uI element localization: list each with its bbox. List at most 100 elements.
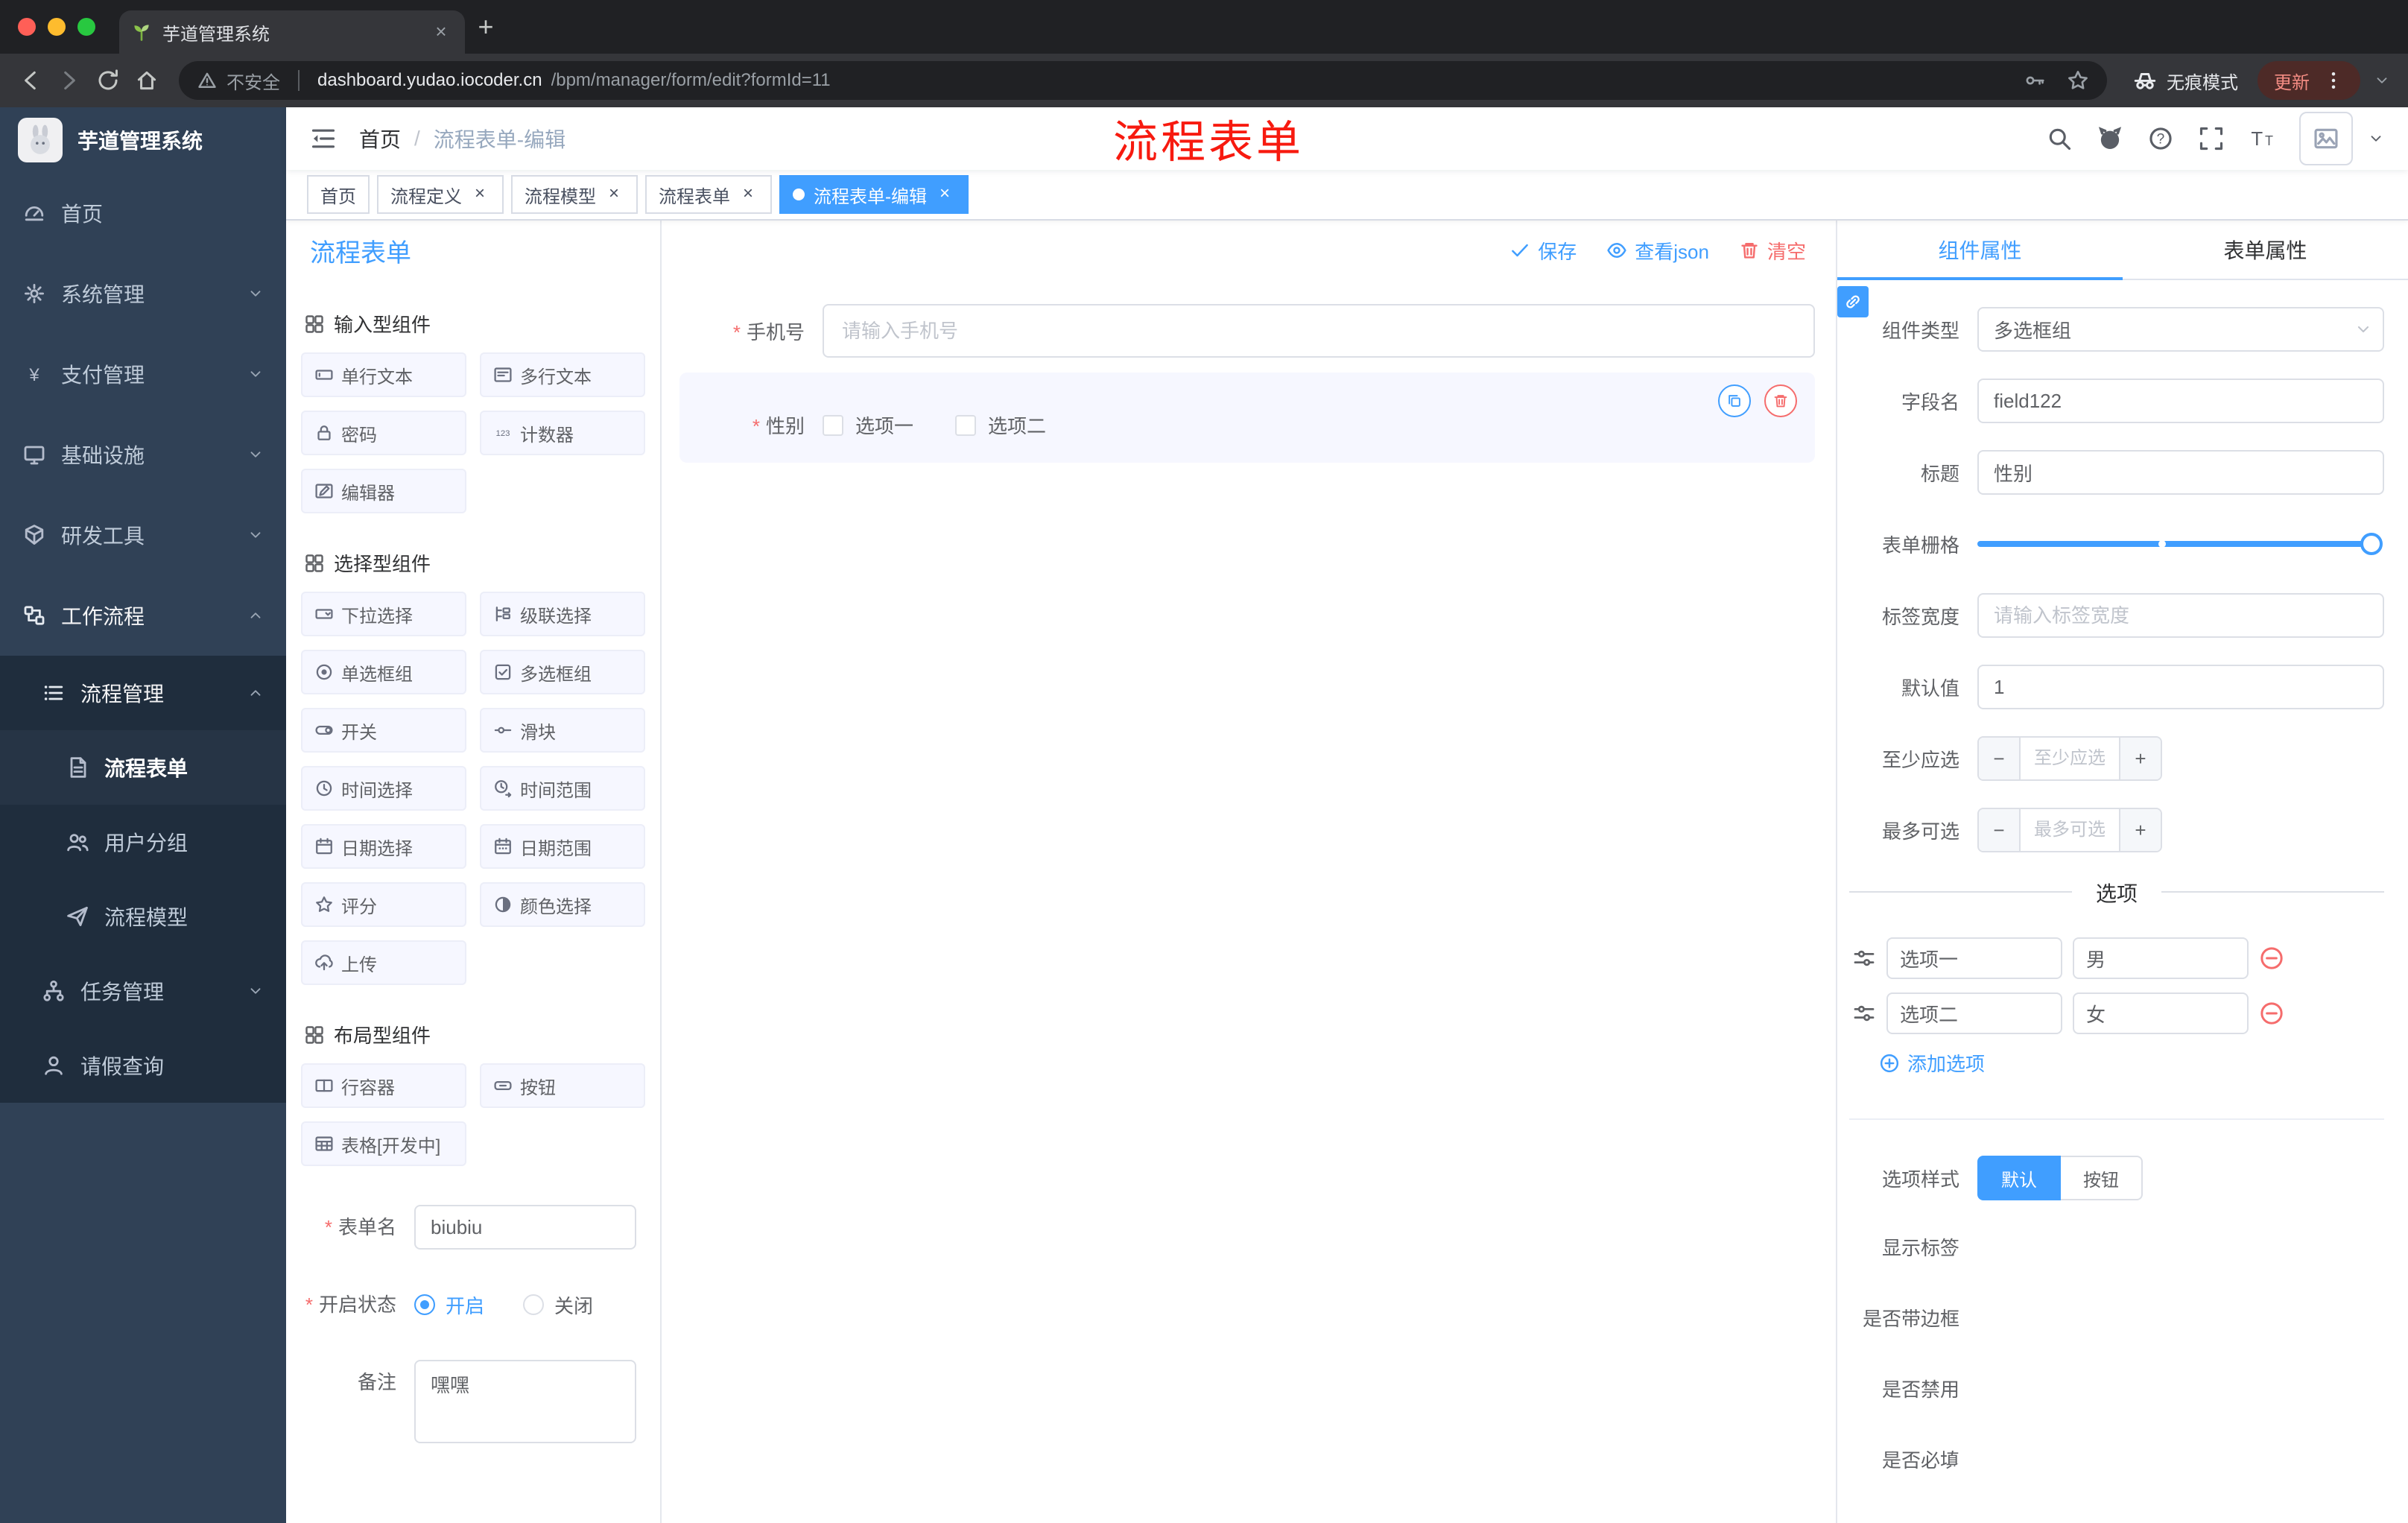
tab-form-props[interactable]: 表单属性 — [2123, 221, 2408, 279]
bookmark-star-icon[interactable] — [2067, 69, 2089, 92]
tag-close-icon[interactable] — [469, 184, 490, 205]
sidebar-item-infrastructure[interactable]: 基础设施 — [0, 414, 286, 495]
comp-row-container[interactable]: 行容器 — [301, 1063, 466, 1108]
comp-textarea[interactable]: 多行文本 — [480, 352, 645, 397]
sidebar-item-workflow[interactable]: 工作流程 — [0, 575, 286, 656]
doc-link-button[interactable] — [1837, 286, 1869, 317]
tag-process-form-edit[interactable]: 流程表单-编辑 — [779, 175, 969, 214]
tab-close-icon[interactable] — [429, 20, 453, 44]
option-value-input[interactable] — [2073, 992, 2249, 1034]
tag-close-icon[interactable] — [738, 184, 758, 205]
add-option-button[interactable]: 添加选项 — [1879, 1049, 2384, 1077]
font-size-icon[interactable]: TT — [2249, 125, 2275, 152]
new-tab-button[interactable] — [465, 6, 507, 48]
sidebar-item-home[interactable]: 首页 — [0, 173, 286, 253]
save-button[interactable]: 保存 — [1509, 237, 1577, 265]
security-label[interactable]: 不安全 — [226, 68, 280, 94]
component-type-value[interactable] — [1977, 307, 2384, 352]
comp-switch[interactable]: 开关 — [301, 708, 466, 753]
comp-table[interactable]: 表格[开发中] — [301, 1121, 466, 1166]
comp-time-picker[interactable]: 时间选择 — [301, 766, 466, 811]
avatar[interactable] — [2299, 112, 2353, 165]
style-button-button[interactable]: 按钮 — [2061, 1156, 2143, 1200]
address-bar[interactable]: 不安全 dashboard.yudao.iocoder.cn/bpm/manag… — [179, 61, 2107, 100]
reload-icon[interactable] — [95, 68, 121, 93]
max-select-input[interactable] — [2021, 809, 2119, 851]
tag-close-icon[interactable] — [934, 184, 955, 205]
default-value-input[interactable] — [1977, 665, 2384, 709]
comp-button[interactable]: 按钮 — [480, 1063, 645, 1108]
style-default-button[interactable]: 默认 — [1977, 1156, 2061, 1200]
canvas-board[interactable]: 手机号 性别 选项一 — [662, 280, 1836, 1523]
comp-input-text[interactable]: 单行文本 — [301, 352, 466, 397]
comp-editor[interactable]: 编辑器 — [301, 469, 466, 513]
forward-icon[interactable] — [57, 68, 82, 93]
kebab-menu-icon[interactable] — [2323, 70, 2344, 91]
avatar-caret-down-icon[interactable] — [2368, 130, 2384, 147]
label-width-input[interactable] — [1977, 593, 2384, 638]
github-icon[interactable] — [2097, 125, 2123, 152]
form-name-input[interactable] — [414, 1205, 636, 1250]
canvas-field-gender-selected[interactable]: 性别 选项一 选项二 — [679, 373, 1815, 463]
remove-option-icon[interactable] — [2259, 1001, 2284, 1026]
sidebar-item-payment[interactable]: ¥ 支付管理 — [0, 334, 286, 414]
sidebar-item-devtools[interactable]: 研发工具 — [0, 495, 286, 575]
browser-tab[interactable]: 芋道管理系统 — [119, 10, 465, 54]
slider-track[interactable] — [1977, 533, 2383, 555]
phone-input[interactable] — [823, 304, 1815, 358]
search-icon[interactable] — [2046, 125, 2073, 152]
sidebar-item-system[interactable]: 系统管理 — [0, 253, 286, 334]
stepper-plus-button[interactable]: + — [2119, 809, 2161, 851]
status-radio-on[interactable]: 开启 — [414, 1291, 484, 1319]
comp-color-picker[interactable]: 颜色选择 — [480, 882, 645, 927]
stepper-plus-button[interactable]: + — [2119, 738, 2161, 779]
comp-time-range[interactable]: 时间范围 — [480, 766, 645, 811]
help-icon[interactable]: ? — [2147, 125, 2174, 152]
sidebar-collapse-icon[interactable] — [310, 125, 337, 152]
comp-password[interactable]: 密码 — [301, 411, 466, 455]
remove-option-icon[interactable] — [2259, 946, 2284, 971]
copy-field-button[interactable] — [1718, 384, 1751, 417]
component-type-select[interactable] — [1977, 307, 2384, 352]
option-value-input[interactable] — [2073, 937, 2249, 979]
sidebar-item-leave-query[interactable]: 请假查询 — [0, 1028, 286, 1103]
sidebar-item-process-form[interactable]: 流程表单 — [0, 730, 286, 805]
comp-rate[interactable]: 评分 — [301, 882, 466, 927]
sidebar-item-process-model[interactable]: 流程模型 — [0, 879, 286, 954]
comp-date-range[interactable]: 日期范围 — [480, 824, 645, 869]
comp-date-picker[interactable]: 日期选择 — [301, 824, 466, 869]
comp-cascader[interactable]: 级联选择 — [480, 592, 645, 636]
tag-process-definition[interactable]: 流程定义 — [377, 175, 504, 214]
gender-option-1[interactable]: 选项一 — [823, 411, 913, 439]
password-key-icon[interactable] — [2024, 69, 2046, 92]
drag-handle-icon[interactable] — [1852, 1001, 1876, 1025]
window-close-button[interactable] — [18, 18, 36, 36]
breadcrumb-home[interactable]: 首页 — [359, 124, 401, 153]
comp-radio-group[interactable]: 单选框组 — [301, 650, 466, 694]
tag-home[interactable]: 首页 — [307, 175, 370, 214]
stepper-minus-button[interactable]: − — [1979, 809, 2021, 851]
option-label-input[interactable] — [1886, 937, 2062, 979]
comp-slider[interactable]: 滑块 — [480, 708, 645, 753]
home-icon[interactable] — [134, 68, 159, 93]
sidebar-item-process-management[interactable]: 流程管理 — [0, 656, 286, 730]
form-remark-textarea[interactable]: 嘿嘿 — [414, 1360, 636, 1443]
title-input[interactable] — [1977, 450, 2384, 495]
comp-select[interactable]: 下拉选择 — [301, 592, 466, 636]
tab-component-props[interactable]: 组件属性 — [1837, 221, 2123, 280]
sidebar-item-task-management[interactable]: 任务管理 — [0, 954, 286, 1028]
canvas-field-phone[interactable]: 手机号 — [679, 304, 1815, 358]
gender-option-2[interactable]: 选项二 — [955, 411, 1046, 439]
fullscreen-icon[interactable] — [2198, 125, 2225, 152]
browser-update-button[interactable]: 更新 — [2258, 61, 2360, 100]
min-select-input[interactable] — [2021, 738, 2119, 779]
window-zoom-button[interactable] — [77, 18, 95, 36]
comp-checkbox-group[interactable]: 多选框组 — [480, 650, 645, 694]
tag-close-icon[interactable] — [603, 184, 624, 205]
comp-counter[interactable]: 123 计数器 — [480, 411, 645, 455]
status-radio-off[interactable]: 关闭 — [523, 1291, 593, 1319]
back-icon[interactable] — [18, 68, 43, 93]
clear-button[interactable]: 清空 — [1739, 237, 1806, 265]
slider-handle[interactable] — [2360, 533, 2383, 555]
comp-upload[interactable]: 上传 — [301, 940, 466, 985]
